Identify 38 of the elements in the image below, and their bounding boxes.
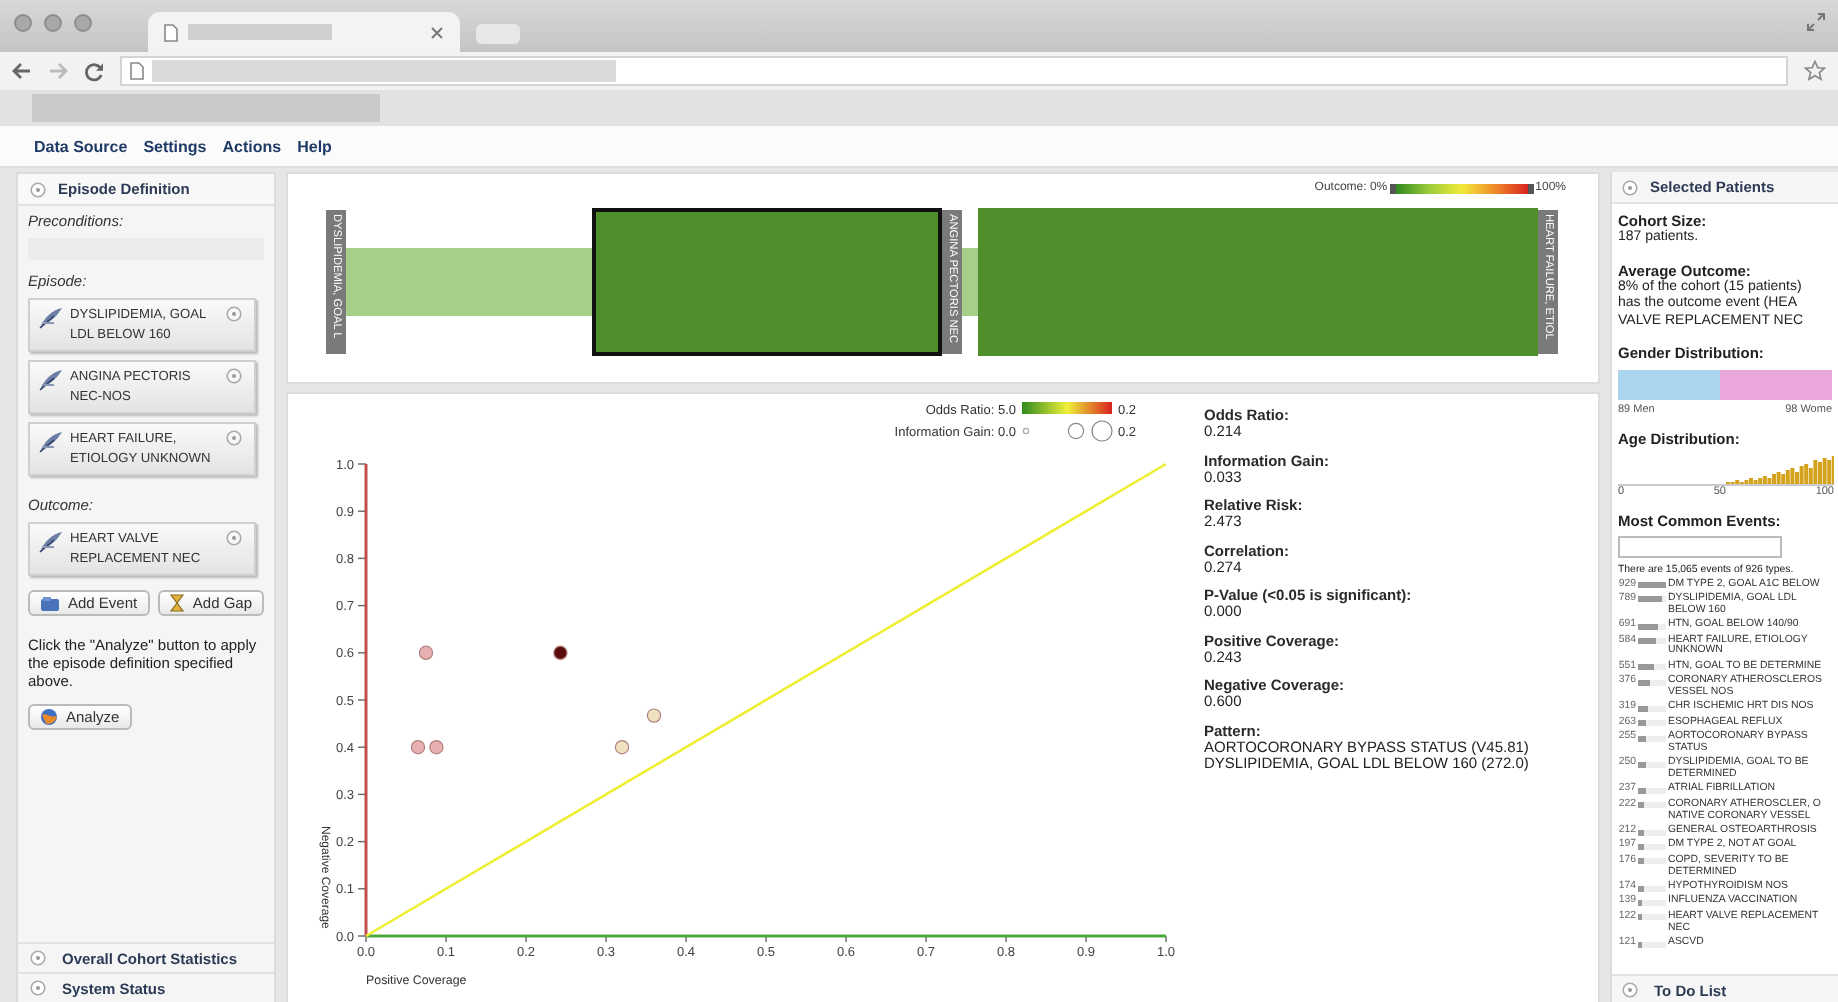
address-field[interactable] — [120, 56, 1788, 86]
filter-field[interactable] — [1618, 536, 1782, 558]
redacted-tab-title — [188, 24, 332, 40]
star-icon[interactable] — [1804, 60, 1826, 82]
globe-icon — [40, 708, 58, 726]
back-icon[interactable] — [12, 62, 32, 80]
page-icon — [164, 23, 178, 41]
remove-icon[interactable] — [226, 430, 242, 446]
forward-icon[interactable] — [48, 62, 68, 80]
remove-icon[interactable] — [226, 306, 242, 322]
flow-band — [962, 248, 978, 316]
expand-icon[interactable] — [1622, 179, 1638, 195]
reload-icon[interactable] — [84, 61, 104, 81]
feather-icon — [38, 430, 64, 454]
window-minimize-button[interactable] — [44, 14, 62, 32]
data-point[interactable] — [553, 645, 568, 660]
hourglass-icon — [170, 594, 185, 612]
size-scale-circles — [1022, 420, 1113, 442]
window-close-button[interactable] — [14, 14, 32, 32]
menu-item[interactable]: Settings — [143, 137, 207, 155]
folder-icon — [40, 595, 60, 611]
feather-icon — [38, 368, 64, 392]
page-icon — [130, 62, 144, 80]
expand-icon[interactable] — [30, 181, 46, 197]
menu-item[interactable]: Actions — [222, 137, 282, 155]
new-tab-button[interactable] — [476, 24, 520, 44]
odds-ratio-color-scale — [1022, 402, 1112, 414]
remove-icon[interactable] — [226, 368, 242, 384]
event-block[interactable] — [592, 208, 942, 356]
menu-item[interactable]: Data Source — [34, 137, 128, 155]
fullscreen-icon[interactable] — [1806, 12, 1826, 32]
feather-icon — [38, 306, 64, 330]
feather-icon — [38, 530, 64, 554]
close-icon[interactable] — [430, 25, 444, 39]
expand-icon[interactable] — [1622, 982, 1638, 998]
window-zoom-button[interactable] — [74, 14, 92, 32]
menu-item[interactable]: Help — [297, 137, 332, 155]
remove-icon[interactable] — [226, 530, 242, 546]
